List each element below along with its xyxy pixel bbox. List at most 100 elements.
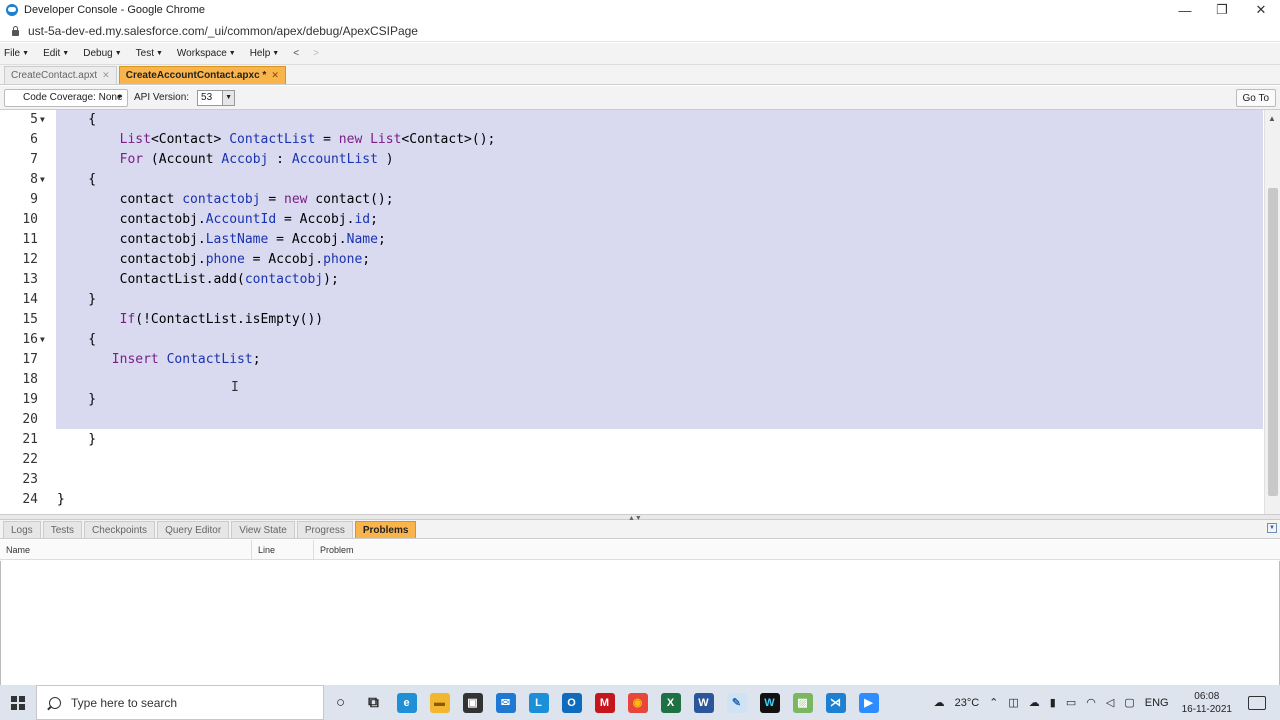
excel-icon[interactable]: X	[654, 685, 687, 720]
fold-toggle-icon[interactable]: ▼	[40, 170, 45, 190]
maximize-button[interactable]: ❐	[1203, 0, 1241, 20]
file-tab-label: CreateContact.apxt	[11, 70, 98, 81]
menu-help[interactable]: Help ▼	[250, 48, 280, 59]
code-line[interactable]: 8 ▼ {	[0, 170, 1264, 190]
minimize-button[interactable]: —	[1166, 0, 1204, 20]
api-version-select[interactable]: 53 ▼	[197, 89, 236, 106]
code-line[interactable]: 11 contactobj.LastName = Accobj.Name;	[0, 230, 1264, 250]
battery-icon[interactable]: ▭	[1066, 696, 1076, 709]
column-header-line[interactable]: Line	[252, 540, 314, 560]
zoom-icon[interactable]: ▶	[852, 685, 885, 720]
code-coverage-select[interactable]: Code Coverage: None ▼	[4, 88, 128, 107]
code-line[interactable]: 6 List<Contact> ContactList = new List<C…	[0, 130, 1264, 150]
code-line[interactable]: 15 If(!ContactList.isEmpty())	[0, 310, 1264, 330]
close-icon[interactable]: ✕	[271, 70, 279, 81]
code-line[interactable]: 13 ContactList.add(contactobj);	[0, 270, 1264, 290]
code-line[interactable]: 24}	[0, 490, 1264, 510]
api-version-value: 53	[201, 92, 213, 103]
menu-file[interactable]: File ▼	[4, 48, 29, 59]
onedrive-icon[interactable]: ☁	[1029, 696, 1040, 709]
store-icon[interactable]: ▣	[456, 685, 489, 720]
file-explorer-icon[interactable]: ▬	[423, 685, 456, 720]
photos-icon[interactable]: ▨	[786, 685, 819, 720]
file-tab-createaccountcontact[interactable]: CreateAccountContact.apxc * ✕	[118, 66, 286, 84]
code-text: Insert ContactList;	[111, 352, 261, 367]
code-line[interactable]: 16 ▼ {	[0, 330, 1264, 350]
code-line[interactable]: 14 }	[0, 290, 1264, 310]
code-line[interactable]: 21 }	[0, 430, 1264, 450]
column-header-problem[interactable]: Problem	[314, 540, 1280, 560]
weather-icon[interactable]: ☁	[934, 696, 945, 709]
column-header-name[interactable]: Name	[0, 540, 252, 560]
l-app-icon[interactable]: L	[522, 685, 555, 720]
code-line[interactable]: 12 contactobj.phone = Accobj.phone;	[0, 250, 1264, 270]
display-icon[interactable]: ▢	[1124, 696, 1134, 709]
fold-toggle-icon[interactable]: ▼	[40, 110, 45, 130]
code-line[interactable]: 22	[0, 450, 1264, 470]
scrollbar-thumb[interactable]	[1268, 188, 1278, 496]
code-line[interactable]: 20	[0, 410, 1264, 430]
menu-file-label: File	[4, 48, 21, 59]
file-tab-createcontact[interactable]: CreateContact.apxt ✕	[4, 66, 117, 84]
editor-scrollbar[interactable]: ▲	[1264, 110, 1280, 514]
tab-problems[interactable]: Problems	[354, 521, 417, 538]
code-line[interactable]: 19 }	[0, 390, 1264, 410]
language-indicator[interactable]: ENG	[1145, 697, 1169, 709]
chevron-up-icon[interactable]: ⌃	[989, 696, 998, 709]
outlook-icon[interactable]: O	[555, 685, 588, 720]
line-number: 13	[22, 272, 38, 287]
code-line[interactable]: 18	[0, 370, 1264, 390]
edge-icon[interactable]: e	[390, 685, 423, 720]
paint-icon[interactable]: ✎	[720, 685, 753, 720]
tab-view-state[interactable]: View State	[231, 521, 295, 538]
menu-help-label: Help	[249, 48, 271, 59]
menu-debug[interactable]: Debug ▼	[83, 48, 121, 59]
tab-progress[interactable]: Progress	[296, 521, 353, 538]
weather-temp[interactable]: 23°C	[955, 697, 980, 709]
address-bar[interactable]: ust-5a-dev-ed.my.salesforce.com/_ui/comm…	[0, 20, 1280, 42]
code-line[interactable]: 9 contact contactobj = new contact();	[0, 190, 1264, 210]
clock[interactable]: 06:08 16-11-2021	[1182, 690, 1232, 716]
code-line[interactable]: 7 For (Account Accobj : AccountList )	[0, 150, 1264, 170]
tab-query-editor[interactable]: Query Editor	[157, 521, 230, 538]
speaker-icon[interactable]: ◁	[1106, 696, 1114, 709]
close-icon[interactable]: ✕	[102, 70, 110, 81]
fold-toggle-icon[interactable]: ▼	[40, 330, 45, 350]
collapse-panel-icon[interactable]: ▼	[1267, 523, 1277, 533]
wifi-icon[interactable]: ◠	[1086, 696, 1096, 709]
line-number: 9	[30, 192, 38, 207]
go-to-button[interactable]: Go To	[1235, 89, 1276, 107]
cortana-icon-glyph: ○	[335, 694, 346, 711]
cortana-icon[interactable]: ○	[324, 685, 357, 720]
chrome-icon[interactable]: ◉	[621, 685, 654, 720]
code-line[interactable]: 10 contactobj.AccountId = Accobj.id;	[0, 210, 1264, 230]
forward-button[interactable]: >	[313, 48, 319, 59]
mail-icon[interactable]: ✉	[489, 685, 522, 720]
webex-icon[interactable]: W	[753, 685, 786, 720]
tab-logs[interactable]: Logs	[3, 521, 41, 538]
back-button[interactable]: <	[293, 48, 299, 59]
close-button[interactable]: ✕	[1242, 0, 1280, 20]
tab-checkpoints[interactable]: Checkpoints	[84, 521, 156, 538]
mcafee-icon[interactable]: M	[588, 685, 621, 720]
scroll-up-icon[interactable]: ▲	[1268, 114, 1276, 123]
code-editor[interactable]: 5 ▼ {6 List<Contact> ContactList = new Li…	[0, 110, 1280, 514]
menu-test[interactable]: Test ▼	[136, 48, 163, 59]
microphone-icon[interactable]: ▮	[1050, 696, 1056, 709]
code-line[interactable]: 23	[0, 470, 1264, 490]
taskbar-search[interactable]: Type here to search	[36, 685, 324, 720]
l-app-icon-glyph: L	[528, 692, 549, 713]
vscode-icon[interactable]: ⋊	[819, 685, 852, 720]
menu-edit[interactable]: Edit ▼	[43, 48, 69, 59]
network-icon[interactable]: ◫	[1008, 696, 1018, 709]
code-line[interactable]: 5 ▼ {	[0, 110, 1264, 130]
window-title-bar: Developer Console - Google Chrome — ❐ ✕	[0, 0, 1280, 20]
word-icon[interactable]: W	[687, 685, 720, 720]
code-line[interactable]: 17 Insert ContactList;	[0, 350, 1264, 370]
notification-icon[interactable]	[1248, 695, 1266, 710]
start-button[interactable]	[0, 685, 36, 720]
task-view-icon[interactable]: ⧉	[357, 685, 390, 720]
menu-workspace[interactable]: Workspace ▼	[177, 48, 236, 59]
url-text[interactable]: ust-5a-dev-ed.my.salesforce.com/_ui/comm…	[28, 24, 418, 38]
tab-tests[interactable]: Tests	[42, 521, 83, 538]
